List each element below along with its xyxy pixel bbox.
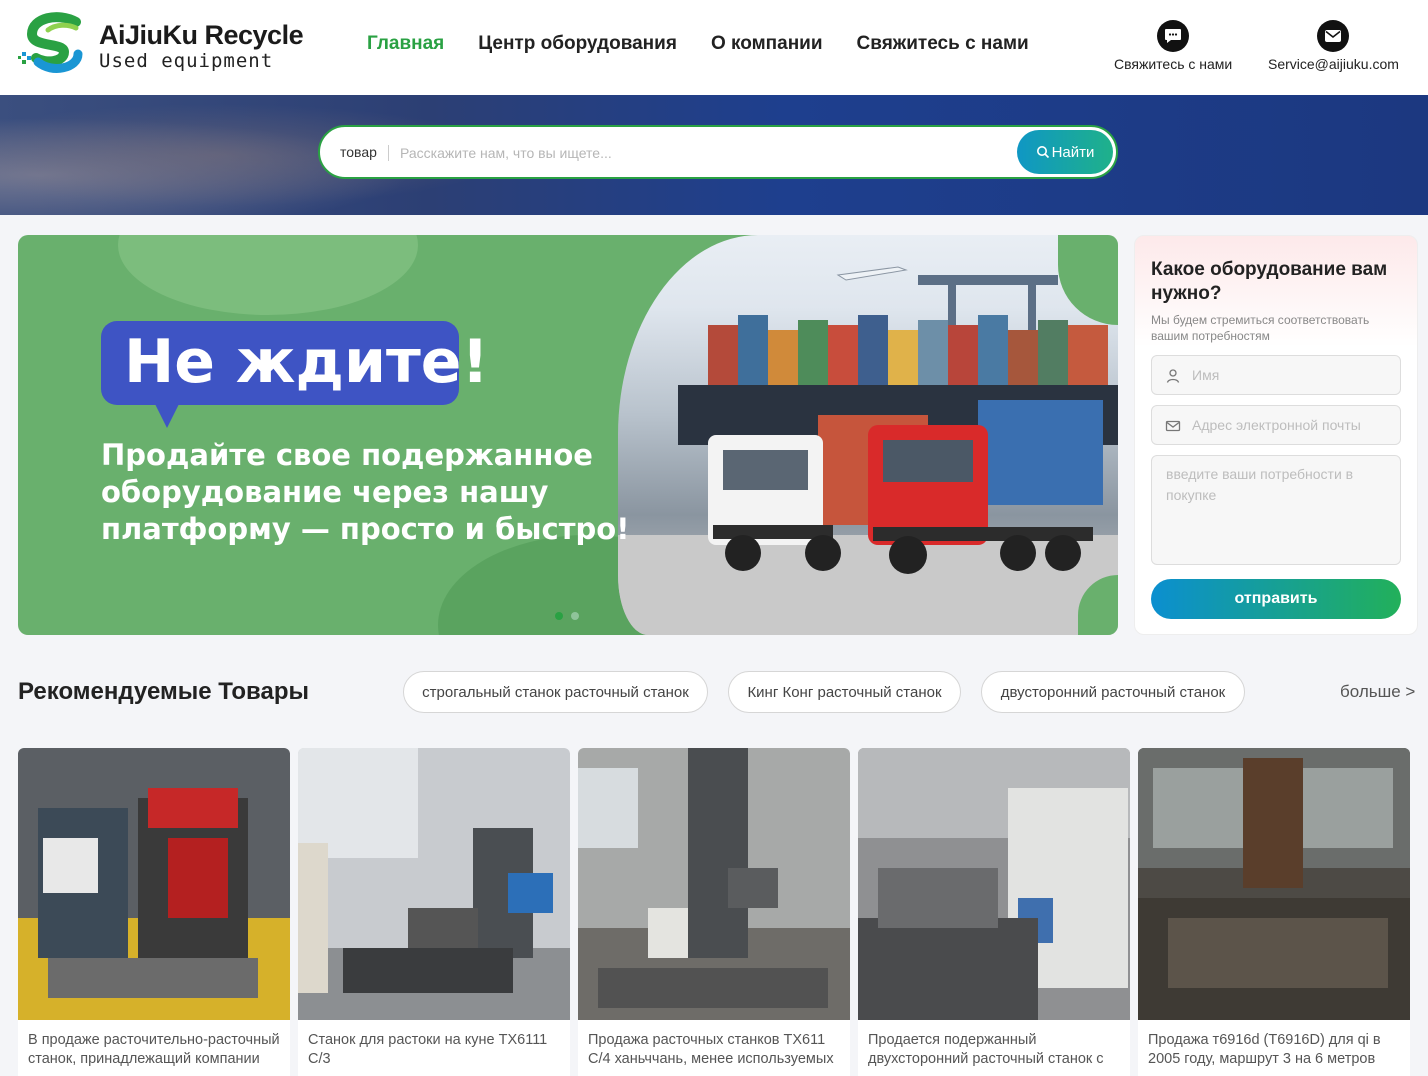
nav-home[interactable]: Главная — [367, 33, 444, 55]
main-nav: Главная Центр оборудования О компании Св… — [367, 33, 1029, 55]
header-contact-link[interactable]: Свяжитесь с нами — [1114, 20, 1232, 72]
header-email: Service@aijiuku.com — [1268, 56, 1399, 72]
nav-about[interactable]: О компании — [711, 33, 823, 55]
search-category[interactable]: товар — [340, 144, 377, 160]
product-image — [578, 748, 850, 1020]
logo-swirl-icon — [18, 12, 83, 73]
product-title: Станок для растоки на куне TX6111 C/3 — [308, 1032, 548, 1067]
hero-search-section: товар Найти — [0, 95, 1428, 215]
inquiry-description: Мы будем стремиться соответствовать ваши… — [1151, 313, 1370, 343]
recommended-title: Рекомендуемые Товары — [18, 678, 309, 705]
mail-icon — [1165, 420, 1181, 432]
inquiry-title: Какое оборудование вам нужно? — [1151, 259, 1388, 304]
search-divider — [388, 145, 389, 161]
needs-textarea[interactable] — [1152, 456, 1400, 564]
site-logo[interactable]: AiJiuKu Recycle Used equipment — [18, 12, 304, 76]
search-icon — [1036, 146, 1049, 159]
banner-illustration — [618, 266, 1118, 635]
banner-decor — [118, 235, 418, 315]
nav-contact[interactable]: Свяжитесь с нами — [857, 33, 1029, 55]
user-icon — [1166, 369, 1180, 383]
product-image — [858, 748, 1130, 1020]
logo-subtitle: Used equipment — [99, 50, 274, 72]
product-card[interactable]: Продажа расточных станков TX611 C/4 хань… — [578, 748, 850, 1076]
banner-headline: Не ждите! — [124, 327, 489, 397]
nav-equipment-center[interactable]: Центр оборудования — [478, 33, 677, 55]
banner-image-trucks-containers — [618, 235, 1118, 635]
banner-subtitle: Продайте свое подержанное оборудование ч… — [101, 438, 630, 546]
site-header: AiJiuKu Recycle Used equipment Главная Ц… — [0, 0, 1428, 95]
product-card[interactable]: Продажа т6916d (T6916D) для qi в 2005 го… — [1138, 748, 1410, 1076]
search-button-label: Найти — [1051, 143, 1095, 161]
more-link[interactable]: больше > — [1340, 682, 1415, 702]
email-field-wrapper — [1151, 405, 1401, 445]
product-card[interactable]: Продается подержанный двухсторонний раст… — [858, 748, 1130, 1076]
name-field-wrapper — [1151, 355, 1401, 395]
logo-title: AiJiuKu Recycle — [99, 20, 304, 50]
needs-field-wrapper — [1151, 455, 1401, 565]
product-title: В продаже расточительно-расточный станок… — [28, 1032, 280, 1067]
email-input[interactable] — [1152, 406, 1400, 444]
banner-pagination — [555, 612, 579, 620]
submit-button[interactable]: отправить — [1151, 579, 1401, 619]
recommended-tag[interactable]: двусторонний расточный станок — [981, 671, 1245, 713]
banner-dot-2[interactable] — [571, 612, 579, 620]
product-title: Продажа расточных станков TX611 C/4 хань… — [588, 1032, 834, 1067]
name-input[interactable] — [1152, 356, 1400, 394]
product-image — [18, 748, 290, 1020]
mail-icon — [1317, 20, 1350, 52]
chat-icon — [1157, 20, 1190, 52]
search-input[interactable] — [400, 139, 1000, 167]
product-image — [1138, 748, 1410, 1020]
product-card[interactable]: Станок для растоки на куне TX6111 C/3 — [298, 748, 570, 1076]
header-email-link[interactable]: Service@aijiuku.com — [1268, 20, 1399, 72]
product-title: Продается подержанный двухсторонний раст… — [868, 1032, 1104, 1067]
product-image — [298, 748, 570, 1020]
product-card[interactable]: В продаже расточительно-расточный станок… — [18, 748, 290, 1076]
promo-banner[interactable]: Не ждите! Продайте свое подержанное обор… — [18, 235, 1118, 635]
search-bar: товар Найти — [318, 125, 1118, 179]
product-title: Продажа т6916d (T6916D) для qi в 2005 го… — [1148, 1032, 1381, 1067]
inquiry-form: Какое оборудование вам нужно? Мы будем с… — [1134, 235, 1418, 635]
banner-dot-1[interactable] — [555, 612, 563, 620]
search-button[interactable]: Найти — [1017, 130, 1113, 174]
banner-speech-bubble-tail — [153, 400, 181, 428]
recommended-tag[interactable]: строгальный станок расточный станок — [403, 671, 708, 713]
header-contact-label: Свяжитесь с нами — [1114, 56, 1233, 72]
recommended-tag[interactable]: Кинг Конг расточный станок — [728, 671, 961, 713]
